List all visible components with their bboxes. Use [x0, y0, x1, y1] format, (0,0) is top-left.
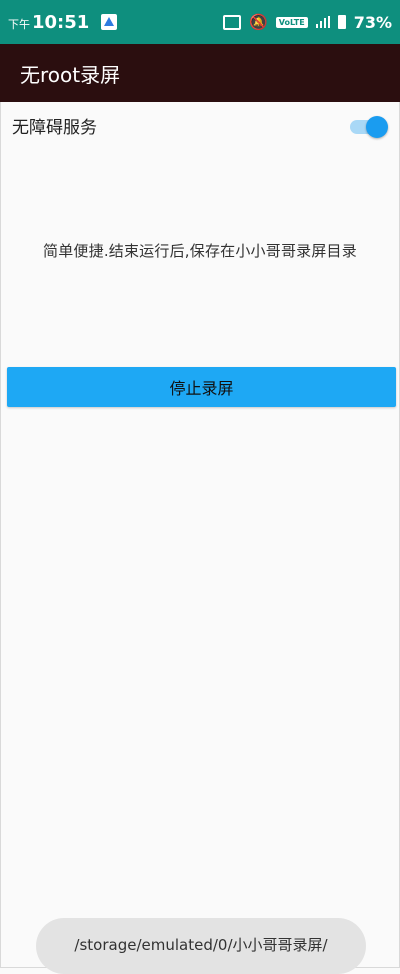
- accessibility-label: 无障碍服务: [12, 117, 97, 138]
- volte-icon: VoLTE: [275, 16, 308, 28]
- battery-icon: [337, 15, 346, 29]
- app-title: 无root录屏: [20, 62, 121, 87]
- signal-icon: [315, 16, 330, 28]
- status-bar: 下午 10:51 🔕 VoLTE 73%: [0, 0, 400, 44]
- status-time-prefix: 下午: [8, 18, 30, 31]
- accessibility-toggle[interactable]: [350, 116, 388, 138]
- status-time: 10:51: [32, 11, 90, 33]
- toggle-thumb: [366, 116, 388, 138]
- screen-frame: [0, 0, 400, 968]
- accessibility-row: 无障碍服务: [0, 106, 400, 144]
- toast-message: /storage/emulated/0/小小哥哥录屏/: [36, 918, 366, 974]
- stop-recording-button[interactable]: 停止录屏: [7, 367, 396, 407]
- notification-icon: [101, 14, 118, 30]
- description-text: 简单便捷.结束运行后,保存在小小哥哥录屏目录: [43, 242, 357, 260]
- cast-icon: [223, 14, 242, 30]
- battery-percent: 73%: [353, 12, 392, 32]
- status-icons: 🔕 VoLTE 73%: [223, 13, 392, 32]
- app-bar: 无root录屏: [0, 44, 400, 102]
- toast-text: /storage/emulated/0/小小哥哥录屏/: [74, 936, 328, 954]
- mute-icon: 🔕: [249, 12, 268, 31]
